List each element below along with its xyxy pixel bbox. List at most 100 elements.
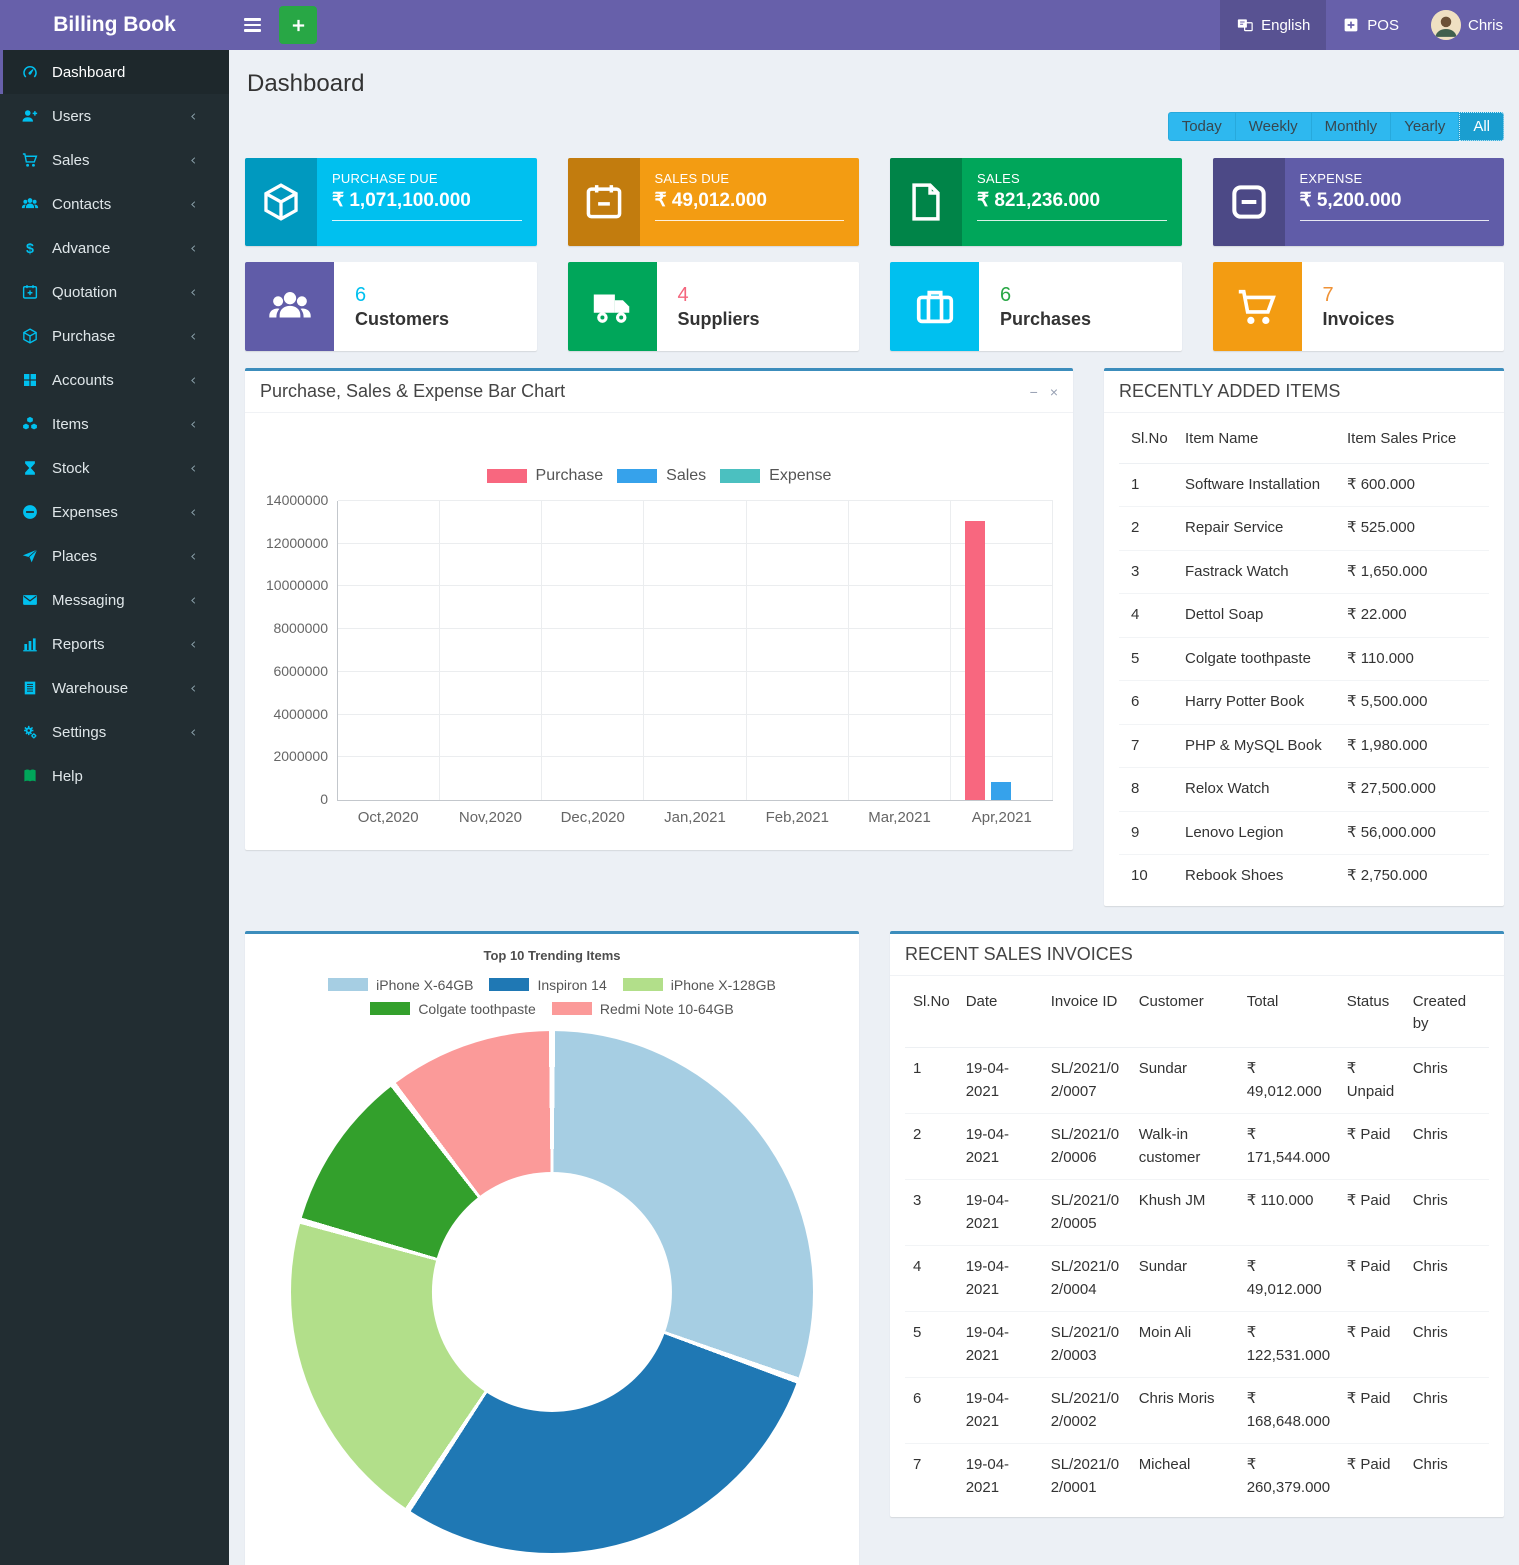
language-selector[interactable]: English bbox=[1220, 0, 1326, 50]
sidebar-item-label: Help bbox=[52, 768, 83, 785]
recent-item-row: 9Lenovo Legion₹ 56,000.000 bbox=[1119, 811, 1489, 855]
chart-column-mar-2021 bbox=[849, 501, 951, 800]
stat-card-value: ₹ 5,200.000 bbox=[1300, 189, 1490, 221]
table-cell: Repair Service bbox=[1177, 507, 1339, 551]
legend-swatch bbox=[552, 1002, 592, 1015]
table-cell: Rebook Shoes bbox=[1177, 855, 1339, 898]
table-cell: ₹ Paid bbox=[1339, 1180, 1405, 1246]
table-cell: ₹ 1,650.000 bbox=[1339, 550, 1489, 594]
count-card-label: Purchases bbox=[1000, 309, 1091, 330]
collapse-icon[interactable]: − bbox=[1030, 384, 1038, 400]
table-cell: ₹ 110.000 bbox=[1239, 1180, 1339, 1246]
add-new-button[interactable] bbox=[279, 6, 317, 44]
chevron-left-icon bbox=[182, 111, 204, 122]
filter-button-today[interactable]: Today bbox=[1168, 112, 1236, 141]
sidebar-item-settings[interactable]: Settings bbox=[0, 710, 229, 754]
table-cell: 19-04-2021 bbox=[958, 1312, 1043, 1378]
sidebar-item-warehouse[interactable]: Warehouse bbox=[0, 666, 229, 710]
sidebar-item-label: Quotation bbox=[52, 284, 117, 301]
bar-chart-panel: Purchase, Sales & Expense Bar Chart − × … bbox=[245, 368, 1073, 850]
sidebar-item-quotation[interactable]: Quotation bbox=[0, 270, 229, 314]
recent-items-panel: RECENTLY ADDED ITEMS Sl.NoItem NameItem … bbox=[1104, 368, 1504, 906]
column-header: Status bbox=[1339, 978, 1405, 1048]
sidebar-item-label: Accounts bbox=[52, 372, 114, 389]
sidebar-item-accounts[interactable]: Accounts bbox=[0, 358, 229, 402]
table-cell: 2 bbox=[905, 1114, 958, 1180]
close-icon[interactable]: × bbox=[1050, 384, 1058, 400]
cart-icon bbox=[19, 151, 41, 169]
calendar-minus-icon bbox=[582, 180, 626, 224]
legend-label: Expense bbox=[769, 467, 831, 485]
sidebar-item-reports[interactable]: Reports bbox=[0, 622, 229, 666]
brand-logo[interactable]: Billing Book bbox=[0, 0, 229, 50]
chevron-left-icon bbox=[182, 375, 204, 386]
chart-column-nov-2020 bbox=[440, 501, 542, 800]
sales-bar bbox=[991, 782, 1011, 800]
users-icon bbox=[19, 195, 41, 213]
sidebar-item-sales[interactable]: Sales bbox=[0, 138, 229, 182]
invoice-row: 319-04-2021SL/2021/02/0005Khush JM₹ 110.… bbox=[905, 1180, 1489, 1246]
y-axis-tick-label: 12000000 bbox=[266, 535, 328, 551]
bar-chart-icon bbox=[19, 635, 41, 653]
sidebar-item-expenses[interactable]: Expenses bbox=[0, 490, 229, 534]
pos-label: POS bbox=[1367, 17, 1399, 34]
donut-legend: iPhone X-64GBInspiron 14iPhone X-128GBCo… bbox=[260, 977, 844, 1017]
table-cell: Software Installation bbox=[1177, 463, 1339, 507]
briefcase-icon bbox=[912, 284, 958, 330]
table-cell: 4 bbox=[905, 1246, 958, 1312]
x-axis-tick-label: Jan,2021 bbox=[644, 809, 746, 826]
grid-icon bbox=[19, 371, 41, 389]
table-cell: Chris bbox=[1405, 1312, 1489, 1378]
sidebar-toggle-button[interactable] bbox=[229, 0, 275, 50]
sidebar-item-advance[interactable]: $ Advance bbox=[0, 226, 229, 270]
page-title: Dashboard bbox=[247, 70, 1504, 98]
sidebar-item-stock[interactable]: Stock bbox=[0, 446, 229, 490]
dollar-icon: $ bbox=[19, 239, 41, 257]
pos-button[interactable]: POS bbox=[1326, 0, 1415, 50]
recent-item-row: 10Rebook Shoes₹ 2,750.000 bbox=[1119, 855, 1489, 898]
sidebar-item-items[interactable]: Items bbox=[0, 402, 229, 446]
paper-plane-icon bbox=[19, 547, 41, 565]
x-axis-tick-label: Mar,2021 bbox=[848, 809, 950, 826]
sidebar-item-messaging[interactable]: Messaging bbox=[0, 578, 229, 622]
column-header: Customer bbox=[1131, 978, 1239, 1048]
sidebar-item-places[interactable]: Places bbox=[0, 534, 229, 578]
donut-chart bbox=[291, 1031, 813, 1553]
recent-invoices-table: Sl.NoDateInvoice IDCustomerTotalStatusCr… bbox=[905, 978, 1489, 1510]
invoice-row: 119-04-2021SL/2021/02/0007Sundar₹ 49,012… bbox=[905, 1048, 1489, 1114]
y-axis-tick-label: 4000000 bbox=[266, 706, 328, 722]
y-axis-tick-label: 6000000 bbox=[266, 663, 328, 679]
sidebar-item-users[interactable]: Users bbox=[0, 94, 229, 138]
filter-button-weekly[interactable]: Weekly bbox=[1236, 112, 1312, 141]
sidebar-item-label: Advance bbox=[52, 240, 110, 257]
table-cell: ₹ Paid bbox=[1339, 1312, 1405, 1378]
recent-item-row: 3Fastrack Watch₹ 1,650.000 bbox=[1119, 550, 1489, 594]
truck-icon bbox=[589, 284, 635, 330]
chevron-left-icon bbox=[182, 331, 204, 342]
invoice-row: 219-04-2021SL/2021/02/0006Walk-in custom… bbox=[905, 1114, 1489, 1180]
filter-button-all[interactable]: All bbox=[1459, 112, 1504, 141]
filter-button-yearly[interactable]: Yearly bbox=[1391, 112, 1459, 141]
table-cell: Sundar bbox=[1131, 1048, 1239, 1114]
sidebar-item-purchase[interactable]: Purchase bbox=[0, 314, 229, 358]
recent-invoices-panel: RECENT SALES INVOICES Sl.NoDateInvoice I… bbox=[890, 931, 1504, 1518]
legend-swatch bbox=[623, 978, 663, 991]
sidebar-item-dashboard[interactable]: Dashboard bbox=[0, 50, 229, 94]
table-cell: SL/2021/02/0005 bbox=[1043, 1180, 1131, 1246]
invoice-row: 419-04-2021SL/2021/02/0004Sundar₹ 49,012… bbox=[905, 1246, 1489, 1312]
sidebar-item-contacts[interactable]: Contacts bbox=[0, 182, 229, 226]
avatar bbox=[1431, 10, 1461, 40]
sidebar-item-label: Dashboard bbox=[52, 64, 125, 81]
filter-button-monthly[interactable]: Monthly bbox=[1312, 112, 1392, 141]
top-navbar: Billing Book English POS Chri bbox=[0, 0, 1519, 50]
table-cell: 19-04-2021 bbox=[958, 1114, 1043, 1180]
sidebar-item-label: Items bbox=[52, 416, 89, 433]
bar-chart-body: PurchaseSalesExpense 0200000040000006000… bbox=[245, 413, 1073, 850]
table-cell: Fastrack Watch bbox=[1177, 550, 1339, 594]
sidebar-item-help[interactable]: Help bbox=[0, 754, 229, 798]
legend-label: Sales bbox=[666, 467, 706, 485]
table-cell: Chris bbox=[1405, 1444, 1489, 1510]
user-menu[interactable]: Chris bbox=[1415, 0, 1519, 50]
legend-label: Inspiron 14 bbox=[537, 977, 606, 993]
legend-swatch bbox=[328, 978, 368, 991]
